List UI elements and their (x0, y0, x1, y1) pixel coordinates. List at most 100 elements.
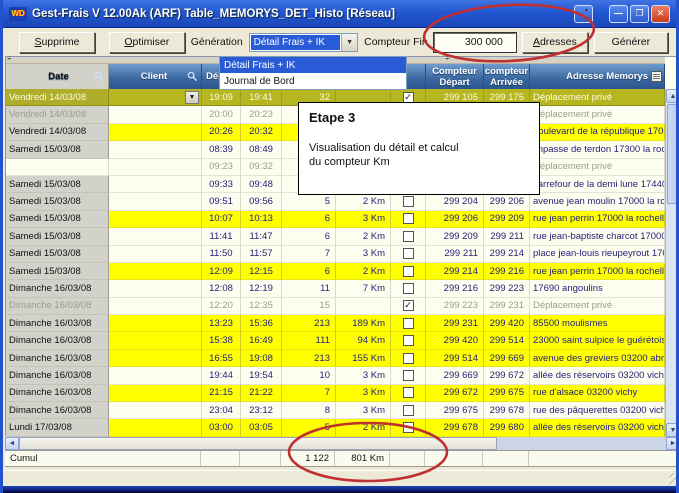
cell-duree: 111 (282, 332, 336, 349)
table-row[interactable]: Dimanche 16/03/0812:0812:19117 Km299 216… (6, 280, 665, 297)
header-compteur-arrivee[interactable]: compteur Arrivée (484, 64, 530, 89)
header-compteur-depart[interactable]: Compteur Départ (426, 64, 484, 89)
scroll-left-icon[interactable]: ◄ (5, 437, 19, 450)
restore-button[interactable]: ❐ (630, 5, 649, 23)
prive-checkbox[interactable] (403, 318, 414, 329)
dropdown-item[interactable]: Journal de Bord (220, 73, 406, 89)
search-icon[interactable] (187, 71, 198, 82)
cell-duree: 6 (282, 211, 336, 228)
cell-compteur-depart: 299 669 (426, 367, 484, 384)
cell-km: 3 Km (336, 211, 391, 228)
cell-duree: 5 (282, 193, 336, 210)
cell-compteur-arrivee: 299 231 (484, 298, 530, 315)
vertical-scroll-thumb[interactable] (667, 104, 679, 204)
table-row[interactable]: Dimanche 16/03/0819:4419:54103 Km299 669… (6, 367, 665, 384)
cell-heure-arrivee: 23:12 (241, 402, 282, 419)
cell-prive (391, 280, 426, 297)
cell-km: 2 Km (336, 228, 391, 245)
cell-compteur-depart: 299 209 (426, 228, 484, 245)
close-button[interactable]: ✕ (651, 5, 670, 23)
cell-client (109, 106, 202, 123)
etape-callout-title: Etape 3 (309, 110, 529, 125)
table-row[interactable]: Dimanche 16/03/0816:5519:08213155 Km299 … (6, 350, 665, 367)
cell-heure-depart: 23:04 (202, 402, 241, 419)
column-options-icon[interactable] (651, 71, 662, 82)
table-row[interactable]: Lundi 17/03/0803:0003:0552 Km299 678299 … (6, 419, 665, 436)
prive-checkbox[interactable] (403, 387, 414, 398)
horizontal-scroll-track[interactable] (497, 437, 666, 450)
prive-checkbox[interactable] (403, 335, 414, 346)
table-row[interactable]: Dimanche 16/03/0823:0423:1283 Km299 6752… (6, 402, 665, 419)
cell-prive (391, 385, 426, 402)
table-row[interactable]: Dimanche 16/03/0813:2315:36213189 Km299 … (6, 315, 665, 332)
header-date-label: Date (48, 71, 69, 82)
prive-checkbox[interactable] (403, 231, 414, 242)
cell-adresse: allée des réservoirs 03200 vichy (530, 367, 665, 384)
table-row[interactable]: Dimanche 16/03/0821:1521:2273 Km299 6722… (6, 385, 665, 402)
table-row[interactable]: Dimanche 16/03/0812:2012:3515✓299 223299… (6, 298, 665, 315)
generer-button[interactable]: Générer (594, 32, 668, 53)
scroll-up-icon[interactable]: ▲ (666, 89, 679, 103)
prive-checkbox[interactable] (403, 370, 414, 381)
table-row[interactable]: Samedi 15/03/0811:4111:4762 Km299 209299… (6, 228, 665, 245)
prive-checkbox[interactable]: ✓ (403, 300, 414, 311)
table-row[interactable]: Samedi 15/03/0809:5109:5652 Km299 204299… (6, 193, 665, 210)
table-row[interactable]: Samedi 15/03/0810:0710:1363 Km299 206299… (6, 211, 665, 228)
prive-checkbox[interactable] (403, 422, 414, 433)
cell-date: Samedi 15/03/08 (6, 211, 109, 228)
cell-heure-arrivee: 09:48 (241, 176, 282, 193)
compteur-fin-input[interactable]: 300 000 (434, 33, 516, 52)
cell-heure-depart: 11:41 (202, 228, 241, 245)
generation-combobox[interactable]: Détail Frais + IK ▼ (249, 33, 358, 52)
cell-heure-depart: 08:39 (202, 141, 241, 158)
cell-compteur-arrivee: 299 680 (484, 419, 530, 436)
adresses-button[interactable]: Adresses (522, 32, 588, 53)
scroll-down-icon[interactable]: ▼ (666, 423, 679, 437)
horizontal-scroll-thumb[interactable] (19, 437, 497, 450)
prive-checkbox[interactable] (403, 283, 414, 294)
row-combo-button[interactable]: ▼ (185, 91, 199, 104)
cell-adresse: Déplacement privé (530, 89, 665, 106)
column-sort-marker[interactable]: ÷ (445, 54, 449, 64)
vertical-scrollbar[interactable]: ▲ ▼ (665, 89, 679, 437)
header-client[interactable]: Client (109, 64, 202, 89)
cell-compteur-depart: 299 231 (426, 315, 484, 332)
window-title: Gest-Frais V 12.00Ak (ARF) Table_MEMORYS… (32, 8, 572, 20)
cell-heure-depart: 12:20 (202, 298, 241, 315)
cell-date: Vendredi 14/03/08 (6, 124, 109, 141)
cell-adresse: impasse de terdon 17300 la roc (530, 141, 665, 158)
header-date[interactable]: Date (6, 64, 109, 89)
table-row[interactable]: Dimanche 16/03/0815:3816:4911194 Km299 4… (6, 332, 665, 349)
search-icon[interactable] (94, 71, 105, 82)
prive-checkbox[interactable] (403, 266, 414, 277)
resize-grip[interactable] (669, 473, 679, 485)
cell-duree: 6 (282, 263, 336, 280)
cell-km: 2 Km (336, 419, 391, 436)
scroll-right-icon[interactable]: ► (666, 437, 679, 450)
prive-checkbox[interactable] (403, 196, 414, 207)
prive-checkbox[interactable] (403, 353, 414, 364)
optimiser-button[interactable]: Optimiser (109, 32, 185, 53)
cell-compteur-depart: 299 216 (426, 280, 484, 297)
table-row[interactable]: Samedi 15/03/0811:5011:5773 Km299 211299… (6, 246, 665, 263)
cell-compteur-depart: 299 672 (426, 385, 484, 402)
cell-adresse: avenue jean moulin 17000 la ro (530, 193, 665, 210)
cell-date: Dimanche 16/03/08 (6, 367, 109, 384)
prive-checkbox[interactable] (403, 405, 414, 416)
minimize-button[interactable]: — (609, 5, 628, 23)
window-menu-button[interactable]: ▪ (574, 5, 593, 23)
cell-prive (391, 402, 426, 419)
supprime-button[interactable]: Supprime (19, 32, 95, 53)
cell-km: 3 Km (336, 367, 391, 384)
column-sort-marker[interactable]: ÷ (7, 54, 11, 64)
header-adresse[interactable]: Adresse Memorys (530, 64, 665, 89)
prive-checkbox[interactable] (403, 213, 414, 224)
dropdown-item[interactable]: Détail Frais + IK (220, 57, 406, 73)
cell-client (109, 211, 202, 228)
cell-date: Dimanche 16/03/08 (6, 402, 109, 419)
table-row[interactable]: Samedi 15/03/0812:0912:1562 Km299 214299… (6, 263, 665, 280)
horizontal-scrollbar[interactable]: ◄ ► (5, 437, 679, 450)
cell-adresse: 85500 moulismes (530, 315, 665, 332)
chevron-down-icon[interactable]: ▼ (341, 34, 357, 51)
prive-checkbox[interactable] (403, 248, 414, 259)
